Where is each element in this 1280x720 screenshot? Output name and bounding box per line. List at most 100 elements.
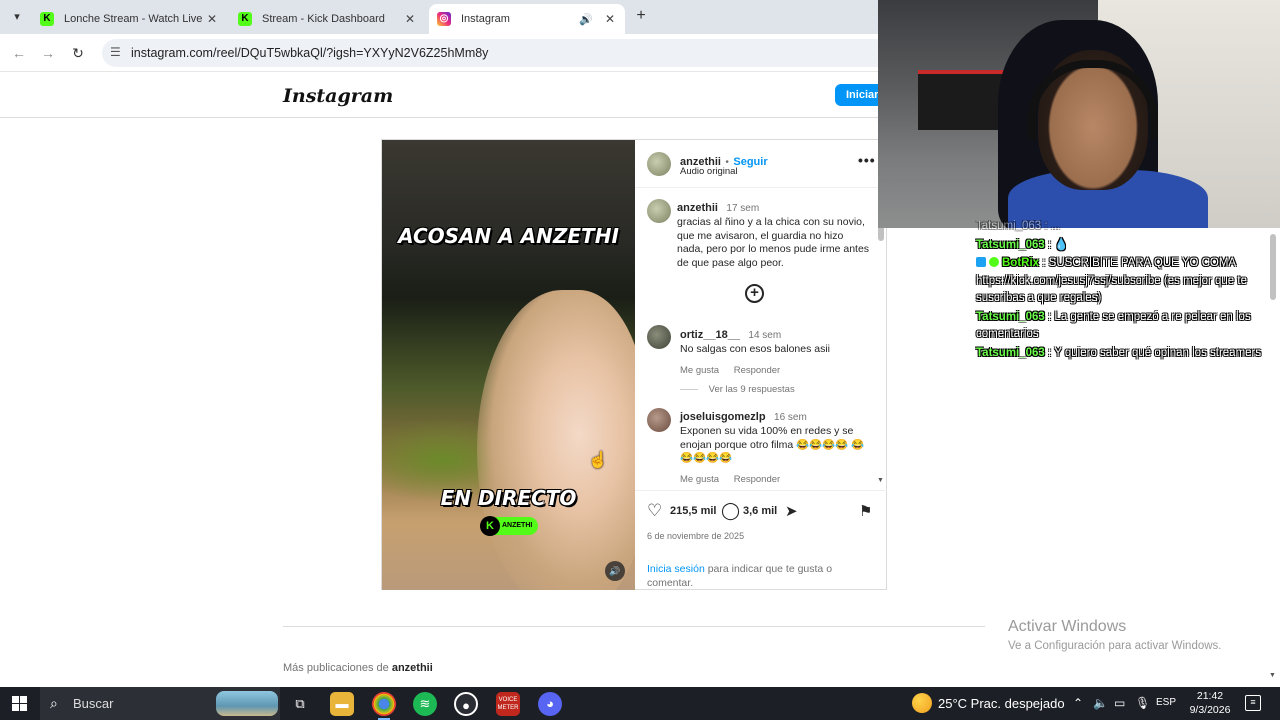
- section-divider: [283, 626, 985, 627]
- weather-text[interactable]: 25°C Prac. despejado: [938, 696, 1065, 711]
- notifications-icon[interactable]: ≡: [1245, 695, 1261, 711]
- commenter-avatar[interactable]: [647, 408, 671, 432]
- keyboard-language[interactable]: ESP: [1156, 697, 1176, 708]
- kick-logo-icon: K: [480, 516, 500, 536]
- tab-kick-dashboard[interactable]: K Stream - Kick Dashboard ✕: [230, 4, 425, 34]
- chat-message-faded: Tatsumi_063 : ...: [976, 220, 1061, 232]
- search-icon: ⌕: [50, 695, 58, 711]
- comment-text: Exponen su vida 100% en redes y se enoja…: [680, 425, 865, 464]
- caption-block: anzethii 17 sem gracias al ñino y a la c…: [677, 198, 872, 270]
- comment-text: No salgas con esos balones asii: [680, 343, 831, 355]
- bookmark-icon[interactable]: ⚑: [859, 502, 872, 520]
- tab-lonche-stream[interactable]: K Lonche Stream - Watch Live on ✕: [32, 4, 227, 34]
- url-text: instagram.com/reel/DQuT5wbkaQl/?igsh=YXY…: [131, 46, 489, 60]
- chat-message: BotRix : SUSCRIBITE PARA QUE YO COMA htt…: [976, 255, 1272, 308]
- comment-username[interactable]: joseluisgomezlp: [680, 411, 766, 423]
- like-comment-button[interactable]: Me gusta: [680, 474, 719, 485]
- spotify-icon[interactable]: ≋: [413, 692, 437, 716]
- speaker-icon[interactable]: 🔊: [579, 13, 593, 26]
- page-scrollbar[interactable]: ▼: [1268, 228, 1278, 682]
- comments-scrollbar[interactable]: ▼: [877, 189, 884, 489]
- instagram-logo[interactable]: Instagram: [283, 85, 393, 107]
- post-header: anzethii • Seguir Audio original •••: [635, 140, 887, 188]
- voicemeeter-icon[interactable]: VOICE METER: [496, 692, 520, 716]
- post-actions: ♡ 215,5 mil ◯ 3,6 mil ➤ ⚑ 6 de noviembre…: [635, 490, 887, 590]
- site-settings-icon[interactable]: ☰: [110, 45, 121, 59]
- chat-text: 💧: [1054, 238, 1069, 251]
- scroll-down-arrow-icon[interactable]: ▼: [1269, 672, 1276, 679]
- load-more-comments-icon[interactable]: +: [745, 284, 764, 303]
- reload-icon[interactable]: ↻: [69, 44, 87, 62]
- clock-time: 21:42: [1196, 690, 1224, 702]
- windows-activation-watermark: Activar Windows Ve a Configuración para …: [1008, 618, 1222, 652]
- new-tab-button[interactable]: +: [632, 7, 650, 25]
- close-icon[interactable]: ✕: [403, 12, 417, 26]
- heart-icon[interactable]: ♡: [647, 501, 662, 521]
- chevron-up-icon[interactable]: ⌃: [1073, 696, 1083, 710]
- reel-video[interactable]: ACOSAN A ANZETHI EN DIRECTO ANZETHI K ☝ …: [382, 140, 635, 590]
- audio-label[interactable]: Audio original: [680, 166, 738, 177]
- windows-start-icon[interactable]: [12, 696, 27, 711]
- close-icon[interactable]: ✕: [603, 12, 617, 26]
- volume-icon[interactable]: 🔈: [1093, 696, 1108, 710]
- chat-username: Tatsumi_063: [976, 346, 1045, 359]
- taskbar-search[interactable]: ⌕ Buscar: [40, 687, 280, 720]
- video-caption-bottom: EN DIRECTO: [440, 486, 577, 510]
- close-icon[interactable]: ✕: [205, 12, 219, 26]
- author-avatar[interactable]: [647, 199, 671, 223]
- more-posts-prefix: Más publicaciones de: [283, 662, 392, 674]
- login-prompt: Inicia sesión para indicar que te gusta …: [647, 562, 847, 590]
- comment-time: 16 sem: [774, 412, 807, 423]
- author-avatar[interactable]: [647, 152, 671, 176]
- reply-button[interactable]: Responder: [734, 474, 780, 485]
- chat-username: Tatsumi_063: [976, 310, 1045, 323]
- comments-list[interactable]: anzethii 17 sem gracias al ñino y a la c…: [635, 189, 887, 489]
- post-sidebar: anzethii • Seguir Audio original ••• anz…: [635, 140, 887, 590]
- address-bar[interactable]: ☰ instagram.com/reel/DQuT5wbkaQl/?igsh=Y…: [102, 39, 902, 67]
- commenter-avatar[interactable]: [647, 325, 671, 349]
- more-posts-heading: Más publicaciones de anzethii: [283, 662, 433, 674]
- comment-icon[interactable]: ◯: [721, 501, 740, 521]
- activation-subtitle: Ve a Configuración para activar Windows.: [1008, 640, 1222, 652]
- tab-instagram[interactable]: ◎ Instagram 🔊 ✕: [429, 4, 625, 34]
- network-icon[interactable]: ▭: [1114, 696, 1125, 710]
- clock-date: 9/3/2026: [1189, 704, 1231, 716]
- tab-search-chevron-icon[interactable]: ▾: [8, 8, 26, 26]
- comment-username[interactable]: ortiz__18__: [680, 329, 740, 341]
- kick-icon: K: [238, 12, 252, 26]
- view-replies-button[interactable]: Ver las 9 respuestas: [680, 384, 795, 395]
- discord-icon[interactable]: ◕: [538, 692, 562, 716]
- scroll-down-arrow-icon[interactable]: ▼: [877, 477, 884, 484]
- comment-item: ortiz__18__ 14 sem No salgas con esos ba…: [680, 325, 872, 376]
- audio-toggle-icon[interactable]: 🔊: [605, 561, 625, 581]
- like-comment-button[interactable]: Me gusta: [680, 365, 719, 376]
- back-arrow-icon[interactable]: ←: [10, 44, 28, 62]
- verified-badge-icon: [989, 257, 999, 267]
- more-options-icon[interactable]: •••: [858, 152, 876, 168]
- weather-sun-icon[interactable]: [912, 693, 932, 713]
- file-explorer-icon[interactable]: ▬: [330, 692, 354, 716]
- chat-text: Y quiero saber qué opinan los streamers: [1054, 346, 1262, 359]
- tab-title: Lonche Stream - Watch Live on: [64, 13, 205, 25]
- caption-username[interactable]: anzethii: [677, 202, 718, 214]
- forward-arrow-icon[interactable]: →: [39, 44, 57, 62]
- obs-icon[interactable]: ●: [454, 692, 478, 716]
- share-icon[interactable]: ➤: [785, 502, 798, 520]
- search-placeholder: Buscar: [73, 696, 114, 711]
- bot-badge-icon: [976, 257, 986, 267]
- chat-message: Tatsumi_063 : Y quiero saber qué opinan …: [976, 345, 1272, 363]
- webcam-overlay: [878, 0, 1280, 228]
- more-posts-user[interactable]: anzethii: [392, 662, 433, 674]
- stream-chat-overlay: Tatsumi_063 : ... Tatsumi_063 : 💧 BotRix…: [976, 218, 1272, 363]
- login-link[interactable]: Inicia sesión: [647, 563, 705, 575]
- task-view-icon[interactable]: ⧉: [288, 692, 312, 716]
- page-scrollbar-thumb[interactable]: [1270, 234, 1276, 300]
- video-caption-top: ACOSAN A ANZETHI: [398, 224, 619, 248]
- comment-item: joseluisgomezlp 16 sem Exponen su vida 1…: [680, 407, 872, 485]
- follow-button[interactable]: Seguir: [733, 156, 767, 168]
- chat-separator: :: [1044, 346, 1055, 359]
- system-clock[interactable]: 21:42 9/3/2026: [1188, 689, 1232, 717]
- chrome-icon[interactable]: [372, 692, 396, 720]
- microphone-icon[interactable]: 🎙: [1135, 696, 1150, 710]
- reply-button[interactable]: Responder: [734, 365, 780, 376]
